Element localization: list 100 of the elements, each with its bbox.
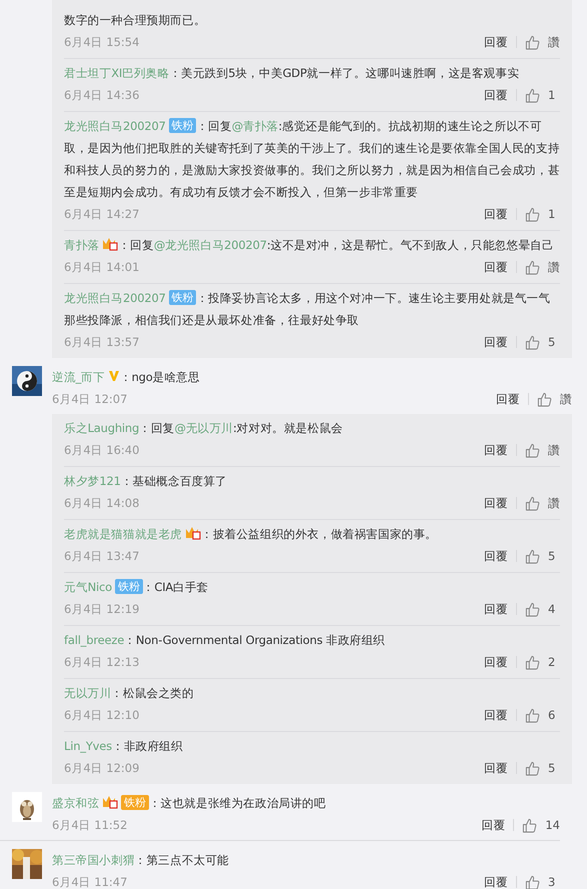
thumbs-up-icon[interactable] xyxy=(522,818,538,832)
timestamp: 6月4日 12:09 xyxy=(64,760,140,776)
like-count: 5 xyxy=(548,335,556,349)
timestamp: 6月4日 14:01 xyxy=(64,260,140,274)
thumbs-up-icon[interactable] xyxy=(525,206,540,222)
thumbs-up-icon[interactable] xyxy=(525,334,540,350)
comment-text: 龙光照白马200207 铁粉 ：投降妥协言论太多，用这个对冲一下。速生论主要用处就是气一气那些投降派，相信我们还是从最坏处准备，往最好处争取 xyxy=(64,289,552,329)
thumbs-up-icon[interactable] xyxy=(525,760,540,776)
timestamp: 6月4日 14:08 xyxy=(64,496,140,510)
comment-text: 数字的一种合理预期而已。 xyxy=(64,12,207,29)
fan-badge: 铁粉 xyxy=(168,290,196,305)
crown-icon xyxy=(102,237,118,251)
username-link[interactable]: 林夕梦121 xyxy=(64,474,121,488)
verified-icon xyxy=(108,370,120,382)
username-link[interactable]: 君士坦丁XI巴列奥略 xyxy=(64,66,170,80)
thumbs-up-icon[interactable] xyxy=(525,496,540,510)
reply-link[interactable]: 回覆 xyxy=(484,602,508,616)
comment-text: 老虎就是猫猫就是老虎 ：披着公益组织的外衣，做着祸害国家的事。 xyxy=(64,525,438,543)
reply-link[interactable]: 回覆 xyxy=(484,654,508,670)
thumbs-up-icon[interactable] xyxy=(525,548,540,564)
like-count: 5 xyxy=(548,549,556,563)
like-count: 1 xyxy=(548,207,556,221)
username-link[interactable]: 乐之Laughing xyxy=(64,421,140,435)
like-count: 5 xyxy=(548,761,556,775)
like-count: 讚 xyxy=(548,34,560,50)
like-count: 讚 xyxy=(560,392,572,406)
comment-text: Lin_Yves：非政府组织 xyxy=(64,738,184,755)
username-link[interactable]: fall_breeze xyxy=(64,633,124,647)
like-count: 4 xyxy=(548,602,556,616)
reply-link[interactable]: 回覆 xyxy=(484,760,508,776)
timestamp: 6月4日 11:52 xyxy=(52,818,128,832)
mention-link[interactable]: @青扑落 xyxy=(232,119,278,133)
crown-icon xyxy=(102,795,118,809)
comment-text: 乐之Laughing：回复@无以万川:对对对。就是松鼠会 xyxy=(64,420,344,437)
comment-text: 无以万川：松鼠会之类的 xyxy=(64,685,195,702)
username-link[interactable]: 无以万川 xyxy=(64,686,112,700)
timestamp: 6月4日 16:40 xyxy=(64,442,140,458)
reply-link[interactable]: 回覆 xyxy=(481,818,506,832)
reply-link[interactable]: 回覆 xyxy=(496,392,520,406)
reply-link[interactable]: 回覆 xyxy=(484,206,508,222)
comment-text: 逆流_而下 ：ngo是啥意思 xyxy=(52,369,201,386)
username-link[interactable]: 老虎就是猫猫就是老虎 xyxy=(64,527,182,541)
comment-text: 君士坦丁XI巴列奥略：美元跌到5块，中美GDP就一样了。这哪叫速胜啊，这是客观事实 xyxy=(64,65,520,82)
thumbs-up-icon[interactable] xyxy=(525,34,540,50)
comment-text: 盛京和弦 铁粉 ：这也就是张维为在政治局讲的吧 xyxy=(52,794,327,812)
thumbs-up-icon[interactable] xyxy=(537,392,552,406)
comment-text: 青扑落 ：回复@龙光照白马200207:这不是对冲，这是帮忙。气不到敌人，只能忽悠晕自己 xyxy=(64,236,555,254)
comment-text: fall_breeze：Non-Governmental Organizations 非政府组织 xyxy=(64,632,386,649)
timestamp: 6月4日 12:13 xyxy=(64,654,140,670)
crown-icon xyxy=(185,526,202,540)
timestamp: 6月4日 14:36 xyxy=(64,88,140,102)
timestamp: 6月4日 11:47 xyxy=(52,874,128,889)
username-link[interactable]: 龙光照白马200207 xyxy=(64,119,166,133)
like-count: 讚 xyxy=(548,496,560,510)
reply-link[interactable]: 回覆 xyxy=(484,496,508,510)
like-count: 6 xyxy=(548,708,556,722)
reply-link[interactable]: 回覆 xyxy=(484,548,508,564)
username-link[interactable]: 元气Nico xyxy=(64,580,112,594)
thumbs-up-icon[interactable] xyxy=(525,602,540,616)
username-link[interactable]: Lin_Yves xyxy=(64,739,112,753)
like-count: 讚 xyxy=(548,260,560,274)
like-count: 2 xyxy=(548,655,556,669)
timestamp: 6月4日 12:10 xyxy=(64,708,140,722)
comment-text: 龙光照白马200207 铁粉 ：回复@青扑落:感觉还是能气到的。抗战初期的速生论之所以不可取，是因为他们把取胜的关键寄托到了英美的干涉上了。我们的速生论是要依靠全国人民的支持和科技人员的努力的，是激励大家投资做事的。我们之所以努力，就是因为相信自己会成功，甚至是短期内会成功。有成功有反馈才会不断投入，但第一步非常重要 xyxy=(64,117,560,201)
reply-link[interactable]: 回覆 xyxy=(484,334,508,350)
username-link[interactable]: 逆流_而下 xyxy=(52,370,105,384)
like-count: 讚 xyxy=(548,442,560,458)
reply-link[interactable]: 回覆 xyxy=(484,874,508,889)
mention-link[interactable]: @龙光照白马200207 xyxy=(154,238,267,252)
reply-link[interactable]: 回覆 xyxy=(484,260,508,274)
like-count: 1 xyxy=(548,88,556,102)
reply-link[interactable]: 回覆 xyxy=(484,442,508,458)
username-link[interactable]: 青扑落 xyxy=(64,238,100,252)
timestamp: 6月4日 13:57 xyxy=(64,334,140,350)
comment-text: 林夕梦121：基础概念百度算了 xyxy=(64,473,228,490)
username-link[interactable]: 龙光照白马200207 xyxy=(64,291,166,305)
thumbs-up-icon[interactable] xyxy=(525,88,540,102)
timestamp: 6月4日 12:19 xyxy=(64,602,140,616)
thumbs-up-icon[interactable] xyxy=(525,260,540,274)
like-count: 3 xyxy=(548,875,556,889)
comment-text: 第三帝国小刺猬：第三点不太可能 xyxy=(52,852,230,869)
thumbs-up-icon[interactable] xyxy=(525,654,540,670)
mention-link[interactable]: @无以万川 xyxy=(174,421,234,435)
timestamp: 6月4日 12:07 xyxy=(52,392,128,406)
timestamp: 6月4日 13:47 xyxy=(64,548,140,564)
like-count: 14 xyxy=(545,818,560,832)
thumbs-up-icon[interactable] xyxy=(525,442,540,458)
fan-badge: 铁粉 xyxy=(168,118,196,133)
fan-badge: 铁粉 xyxy=(114,579,143,594)
reply-link[interactable]: 回覆 xyxy=(484,708,508,722)
username-link[interactable]: 第三帝国小刺猬 xyxy=(52,853,135,867)
reply-link[interactable]: 回覆 xyxy=(484,88,508,102)
comment-text: 元气Nico 铁粉 ：CIA白手套 xyxy=(64,578,210,596)
timestamp: 6月4日 14:27 xyxy=(64,206,140,222)
thumbs-up-icon[interactable] xyxy=(525,708,540,722)
reply-link[interactable]: 回覆 xyxy=(484,34,508,50)
timestamp: 6月4日 15:54 xyxy=(64,34,140,50)
username-link[interactable]: 盛京和弦 xyxy=(52,796,100,810)
thumbs-up-icon[interactable] xyxy=(525,874,540,889)
fan-badge: 铁粉 xyxy=(121,795,149,810)
